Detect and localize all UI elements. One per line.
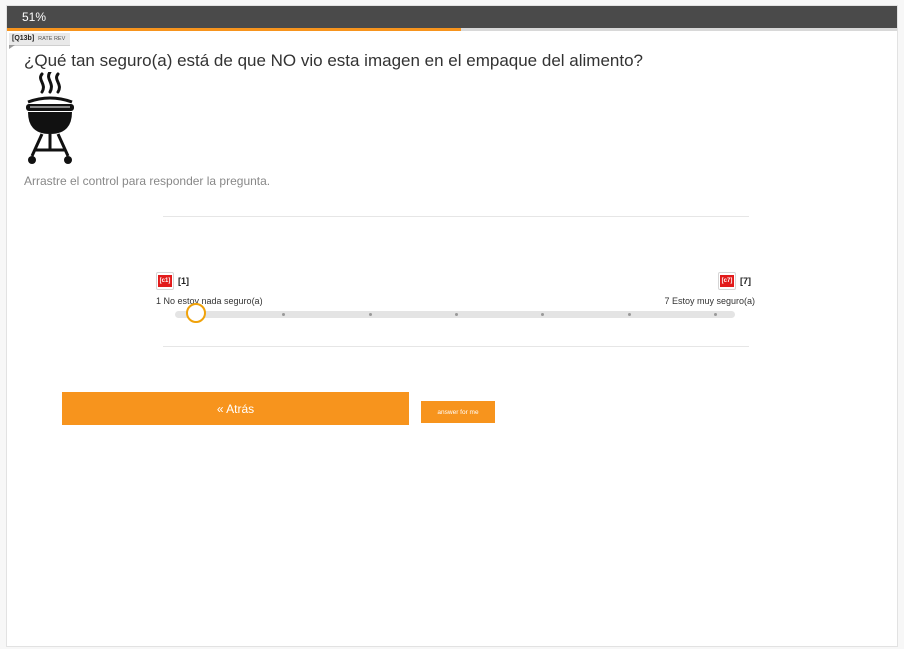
- question-tag: [Q13b] RATE REV: [9, 33, 71, 46]
- question-tag-corner: [9, 45, 15, 49]
- anchor-badge-right-text: [c7]: [719, 275, 735, 287]
- progress-percent: 51%: [22, 10, 47, 24]
- scale-anchor-right: [c7] [7]: [718, 272, 751, 290]
- question-subtag: RATE REV: [38, 36, 66, 42]
- anchor-code-left: [1]: [178, 276, 189, 286]
- anchor-badge-left-text: [c1]: [157, 275, 173, 287]
- answer-for-me-button[interactable]: answer for me: [421, 401, 495, 423]
- scale-label-max: 7 Estoy muy seguro(a): [664, 296, 755, 306]
- question-text: ¿Qué tan seguro(a) está de que NO vio es…: [24, 51, 643, 70]
- anchor-badge-right: [c7]: [718, 272, 736, 290]
- anchor-code-right: [7]: [740, 276, 751, 286]
- scale-anchor-left: [c1] [1]: [156, 272, 189, 290]
- progress-header: 51%: [7, 6, 897, 28]
- slider-tick: [714, 313, 717, 316]
- back-button[interactable]: « Atrás: [62, 392, 409, 425]
- instruction-text: Arrastre el control para responder la pr…: [24, 174, 271, 188]
- slider-tick: [541, 313, 545, 316]
- divider-top: [163, 216, 749, 217]
- slider-tick: [627, 313, 631, 316]
- slider-tick: [368, 313, 372, 316]
- divider-bottom: [163, 346, 749, 347]
- scale-label-min: 1 No estoy nada seguro(a): [156, 296, 263, 306]
- survey-page: 51% [Q13b] RATE REV ¿Qué tan seguro(a) es…: [6, 5, 898, 647]
- slider-tick: [282, 313, 286, 316]
- confidence-slider[interactable]: [175, 311, 735, 318]
- progress-bar: [7, 28, 897, 31]
- barbecue-grill-icon: [26, 72, 74, 164]
- anchor-badge-left: [c1]: [156, 272, 174, 290]
- slider-handle[interactable]: [186, 303, 206, 323]
- slider-tick: [455, 313, 458, 316]
- question-code: [Q13b]: [12, 35, 35, 42]
- progress-bar-fill: [7, 28, 461, 31]
